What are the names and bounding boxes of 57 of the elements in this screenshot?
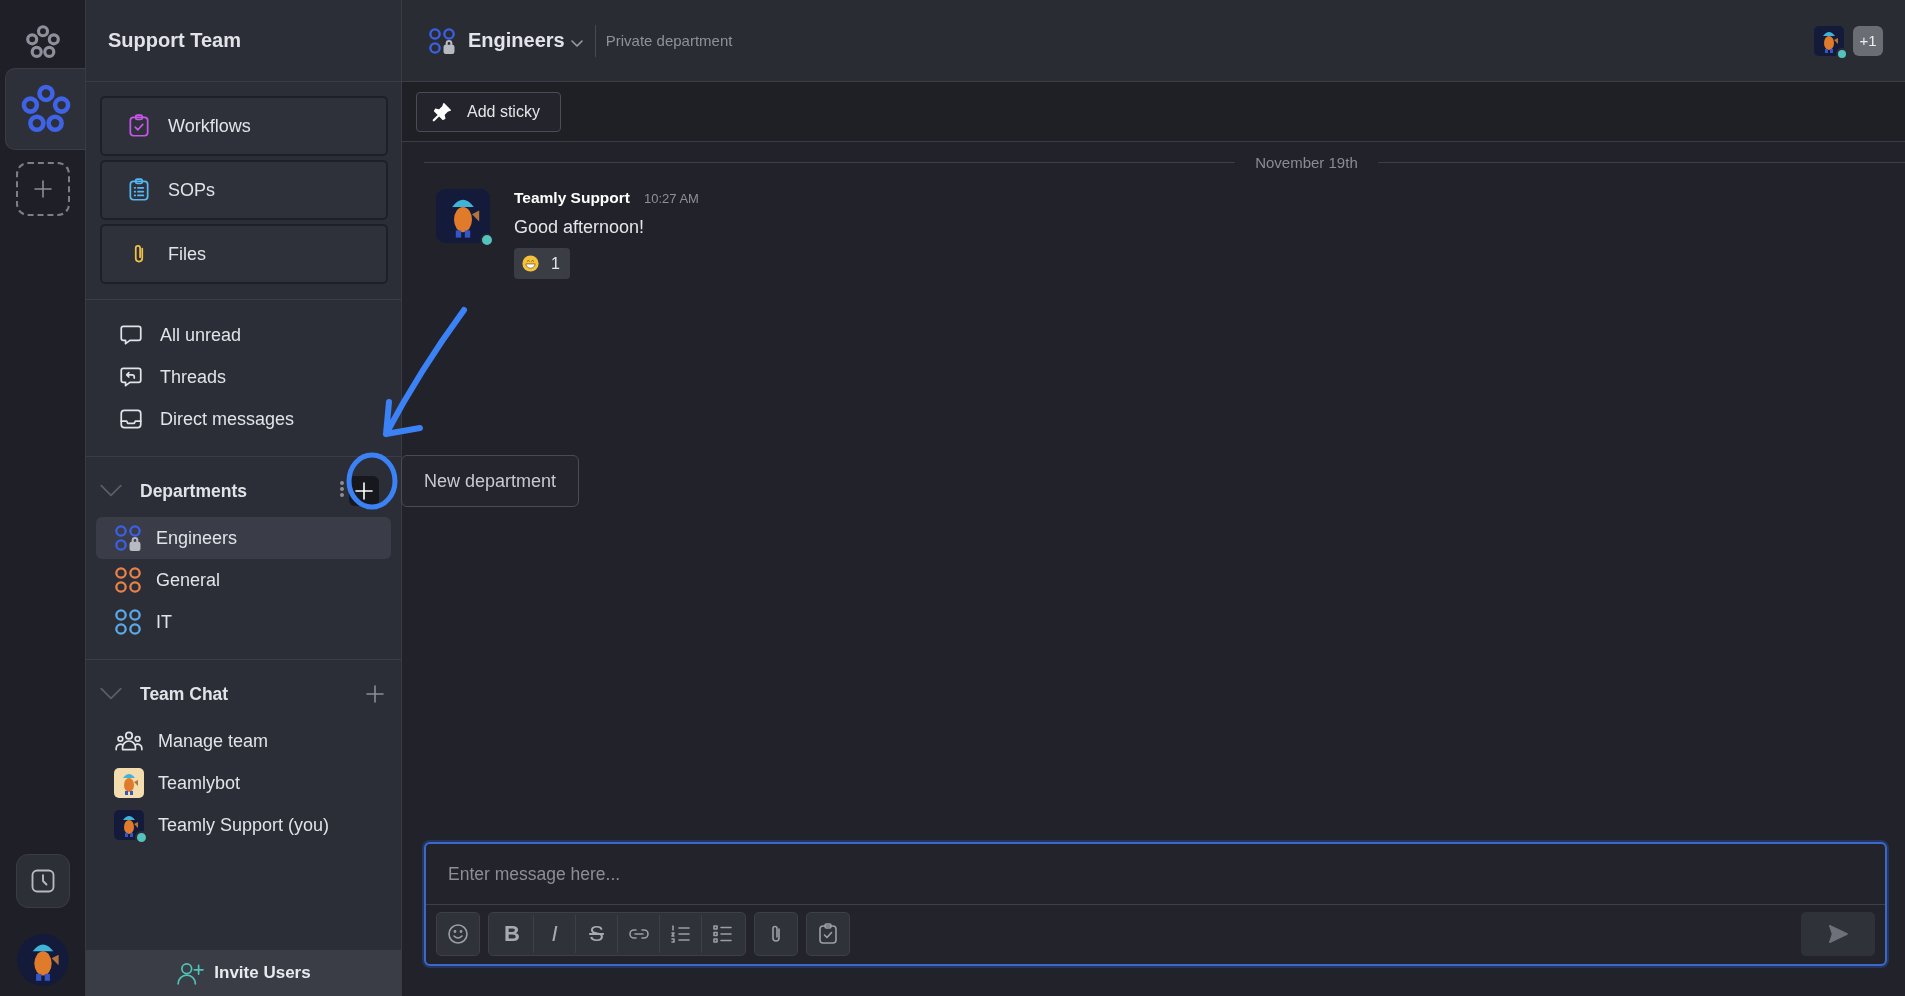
format-button[interactable]: I xyxy=(533,915,575,953)
user-plus-icon xyxy=(176,960,205,986)
tool-button[interactable]: Workflows xyxy=(100,96,388,156)
grinning-face-icon xyxy=(522,255,539,272)
add-sticky-button[interactable]: Add sticky xyxy=(416,91,561,132)
plus-icon xyxy=(354,481,374,501)
chat-item[interactable]: Teamlybot xyxy=(96,762,391,804)
reaction-chip[interactable]: 1 xyxy=(514,248,570,279)
message-input[interactable]: Enter message here... xyxy=(446,862,1865,886)
plus-icon xyxy=(32,179,53,199)
numbered-list-icon xyxy=(668,922,693,946)
add-workspace-button[interactable] xyxy=(15,162,70,216)
channel-description: Private department xyxy=(605,32,733,49)
section-title[interactable]: Departments xyxy=(140,480,247,502)
section-title[interactable]: Team Chat xyxy=(140,683,229,705)
tool-button[interactable]: SOPs xyxy=(100,160,388,220)
workspace-tab[interactable] xyxy=(4,68,86,150)
author-name[interactable]: Teamly Support xyxy=(514,189,630,206)
inbox-icon xyxy=(118,406,144,432)
plus-icon xyxy=(365,684,385,704)
department-item[interactable]: IT xyxy=(96,601,391,643)
app-logo[interactable] xyxy=(24,24,61,60)
speech-bubble-icon xyxy=(118,322,144,348)
invite-users-button[interactable]: Invite Users xyxy=(86,950,401,996)
smiley-icon xyxy=(446,922,470,946)
channel-name[interactable]: Engineers xyxy=(468,29,565,52)
department-item[interactable]: General xyxy=(96,559,391,601)
format-button[interactable]: B xyxy=(491,915,533,953)
workspace-logo[interactable] xyxy=(19,83,72,135)
threads-icon xyxy=(118,364,144,390)
add-chat-button[interactable] xyxy=(365,684,385,704)
nav-item[interactable]: Threads xyxy=(96,356,391,398)
chat-item[interactable]: Manage team xyxy=(96,720,391,762)
member-count[interactable]: +1 xyxy=(1853,25,1883,56)
send-icon xyxy=(1827,923,1849,945)
clipboard-list-icon xyxy=(126,177,152,203)
history-button[interactable] xyxy=(15,854,70,908)
pin-icon xyxy=(431,100,453,123)
chat-item[interactable]: Teamly Support (you) xyxy=(96,804,391,846)
format-button[interactable]: S xyxy=(575,915,617,953)
timestamp: 10:27 AM xyxy=(644,191,699,206)
nav-item[interactable]: Direct messages xyxy=(96,398,391,440)
tool-button[interactable]: Files xyxy=(100,224,388,284)
chevron-down-icon xyxy=(570,39,583,48)
nav-item[interactable]: All unread xyxy=(96,314,391,356)
bullet-list-icon xyxy=(710,922,735,946)
department-item[interactable]: Engineers xyxy=(96,517,391,559)
date-divider: November 19th xyxy=(1255,154,1358,171)
clipboard-check-icon xyxy=(126,113,152,139)
department-icon xyxy=(428,26,456,55)
team-name: Support Team xyxy=(108,29,241,52)
send-button[interactable] xyxy=(1801,912,1875,956)
message-text: Good afternoon! xyxy=(514,217,646,238)
annotation-circle xyxy=(346,452,398,510)
tooltip: New department xyxy=(401,455,580,507)
more-vertical-icon xyxy=(339,479,345,498)
clipboard-check-icon xyxy=(816,922,840,946)
